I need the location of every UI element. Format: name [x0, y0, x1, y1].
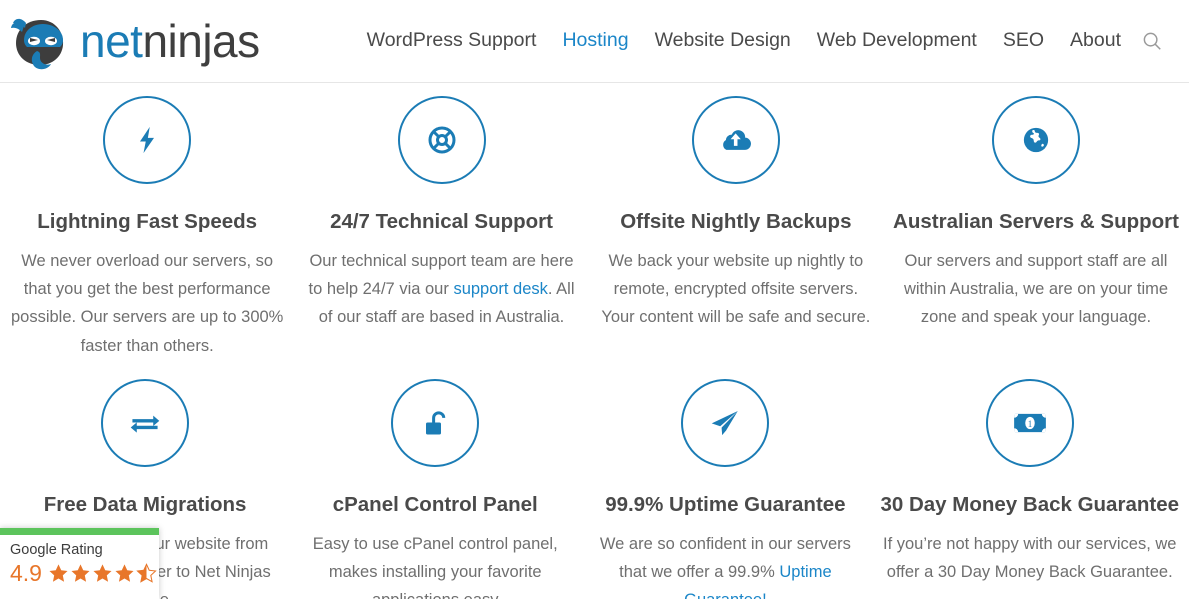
brand-wordmark: netninjas: [80, 18, 260, 64]
feature-card-24-7-technical-support: 24/7 Technical Support Our technical sup…: [294, 91, 588, 360]
money-bill-icon: 1: [985, 379, 1074, 468]
feature-description: We back your website up nightly to remot…: [599, 247, 873, 332]
nav-item-website-design[interactable]: Website Design: [655, 31, 791, 51]
svg-text:1: 1: [1027, 419, 1032, 429]
feature-card-cpanel-control-panel: cPanel Control Panel Easy to use cPanel …: [290, 379, 580, 599]
feature-title: Offsite Nightly Backups: [620, 210, 852, 233]
feature-row-2: Free Data Migrations We will migrate you…: [0, 379, 1189, 599]
feature-title: Australian Servers & Support: [893, 210, 1179, 233]
feature-card-money-back-guarantee: 1 30 Day Money Back Guarantee If you’re …: [870, 379, 1189, 599]
feature-description: Our servers and support staff are all wi…: [893, 247, 1179, 332]
feature-description: Easy to use cPanel control panel, makes …: [300, 530, 570, 599]
nav-item-seo[interactable]: SEO: [1003, 31, 1044, 51]
feature-card-lightning-fast-speeds: Lightning Fast Speeds We never overload …: [0, 91, 294, 360]
globe-icon: [992, 96, 1080, 184]
feature-text-pre: We never overload our servers, so that y…: [10, 251, 284, 355]
feature-text-pre: Easy to use cPanel control panel, makes …: [312, 534, 558, 599]
lightning-bolt-icon: [103, 96, 192, 184]
brand-word-ninjas: ninjas: [142, 15, 260, 67]
star-icon: [93, 564, 112, 582]
feature-title: cPanel Control Panel: [332, 493, 538, 517]
star-icon: [115, 564, 134, 582]
feature-card-australian-servers-support: Australian Servers & Support Our servers…: [883, 91, 1189, 360]
google-rating-label: Google Rating: [10, 542, 103, 558]
brand-logo-link[interactable]: netninjas: [10, 10, 260, 72]
google-rating-score-row: 4.9: [10, 559, 157, 586]
feature-title: Free Data Migrations: [43, 493, 247, 517]
feature-card-uptime-guarantee: 99.9% Uptime Guarantee We are so confide…: [580, 379, 870, 599]
feature-description: Our technical support team are here to h…: [304, 247, 578, 332]
feature-row-1: Lightning Fast Speeds We never overload …: [0, 91, 1189, 360]
support-desk-link[interactable]: support desk: [453, 280, 547, 298]
unlock-icon: [391, 379, 480, 468]
features-section: Lightning Fast Speeds We never overload …: [0, 83, 1189, 599]
nav-item-about[interactable]: About: [1070, 31, 1121, 51]
star-icon: [49, 564, 68, 582]
life-ring-icon: [397, 96, 486, 184]
feature-description: We never overload our servers, so that y…: [10, 247, 284, 361]
feature-description: If you’re not happy with our services, w…: [880, 530, 1179, 587]
feature-title: 24/7 Technical Support: [330, 210, 553, 233]
feature-title: 99.9% Uptime Guarantee: [605, 493, 846, 517]
feature-text-pre: We back your website up nightly to remot…: [601, 251, 871, 327]
cloud-upload-icon: [691, 96, 780, 184]
feature-title: Lightning Fast Speeds: [37, 210, 258, 233]
site-header: netninjas WordPress Support Hosting Webs…: [0, 0, 1189, 83]
feature-title: 30 Day Money Back Guarantee: [880, 493, 1179, 517]
feature-card-offsite-nightly-backups: Offsite Nightly Backups We back your web…: [589, 91, 883, 360]
main-navigation: WordPress Support Hosting Website Design…: [260, 31, 1137, 51]
feature-text-pre: If you’re not happy with our services, w…: [882, 534, 1177, 582]
nav-item-hosting[interactable]: Hosting: [562, 31, 628, 51]
paper-plane-icon: [681, 379, 770, 468]
nav-item-wordpress-support[interactable]: WordPress Support: [367, 31, 537, 51]
exchange-arrows-icon: [101, 379, 190, 468]
ninja-logo-icon: [10, 10, 76, 72]
star-half-icon: [136, 563, 157, 583]
google-rating-widget[interactable]: Google Rating 4.9: [0, 528, 159, 599]
google-rating-stars: [48, 563, 157, 584]
search-icon[interactable]: [1137, 26, 1167, 56]
google-rating-score: 4.9: [10, 559, 42, 586]
nav-item-web-development[interactable]: Web Development: [817, 31, 977, 51]
feature-description: We are so confident in our servers that …: [590, 530, 860, 599]
star-icon: [71, 564, 90, 582]
feature-text-pre: Our servers and support staff are all wi…: [903, 251, 1169, 327]
brand-word-net: net: [80, 15, 143, 67]
